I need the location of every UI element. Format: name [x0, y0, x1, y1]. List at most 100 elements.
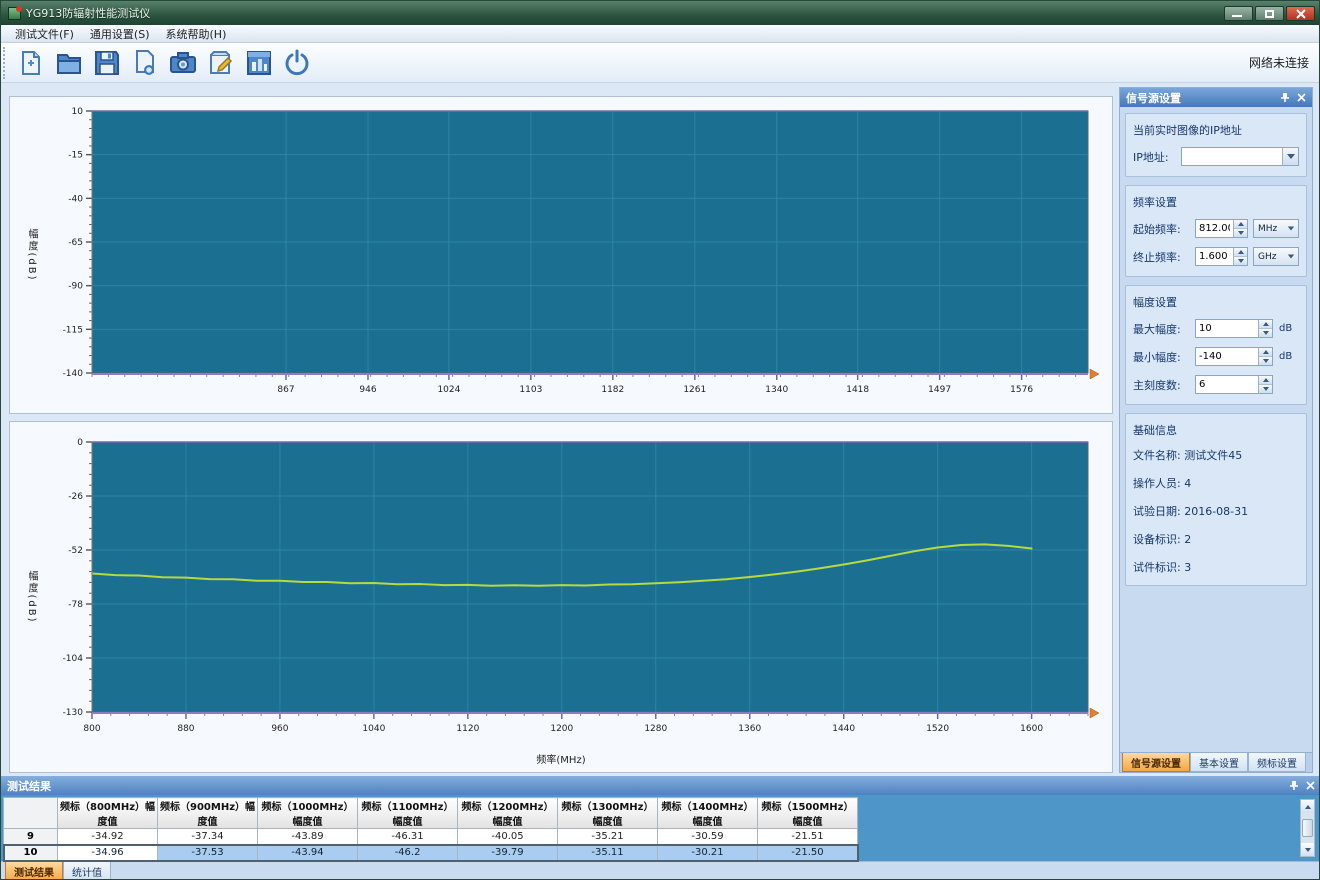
min-amplitude-input[interactable] — [1196, 348, 1258, 365]
bottom-chart-plot: 8008809601040112012001280136014401520160… — [10, 422, 1112, 772]
value-cell[interactable]: -40.05 — [458, 829, 558, 845]
spinner-down-icon — [1238, 231, 1244, 235]
panel-close-button[interactable] — [1295, 91, 1308, 104]
menu-system-help[interactable]: 系统帮助(H) — [158, 25, 235, 43]
scrollbar-thumb[interactable] — [1302, 819, 1313, 837]
start-frequency-up-button[interactable] — [1234, 220, 1247, 228]
start-frequency-stepper — [1195, 219, 1248, 238]
pin-button[interactable] — [1278, 91, 1291, 104]
svg-text:867: 867 — [277, 385, 294, 395]
major-ticks-down-button[interactable] — [1259, 384, 1272, 393]
scroll-up-button[interactable] — [1301, 800, 1314, 813]
results-table[interactable]: 频标（800MHz）幅度值频标（900MHz）幅度值频标（1000MHz）幅度值… — [3, 797, 858, 861]
save-button[interactable] — [88, 45, 126, 81]
frequency-group-label: 频率设置 — [1133, 194, 1299, 210]
new-file-button[interactable] — [12, 45, 50, 81]
value-cell[interactable]: -35.21 — [558, 829, 658, 845]
pin-button[interactable] — [1287, 779, 1300, 792]
report-button[interactable] — [240, 45, 278, 81]
max-amplitude-input[interactable] — [1196, 320, 1258, 337]
signal-source-panel: 信号源设置 当前实时图像的IP地址 IP地址: — [1119, 87, 1313, 773]
edit-button[interactable] — [202, 45, 240, 81]
value-cell[interactable]: -21.50 — [758, 845, 858, 861]
column-header[interactable]: 频标（1200MHz）幅度值 — [458, 798, 558, 829]
corner-header-cell[interactable] — [4, 798, 58, 829]
column-header[interactable]: 频标（900MHz）幅度值 — [158, 798, 258, 829]
open-file-button[interactable] — [50, 45, 88, 81]
min-amplitude-down-button[interactable] — [1259, 356, 1272, 365]
column-header[interactable]: 频标（1000MHz）幅度值 — [258, 798, 358, 829]
stop-frequency-input[interactable] — [1196, 248, 1233, 265]
svg-text:1520: 1520 — [926, 724, 949, 734]
value-cell[interactable]: -37.34 — [158, 829, 258, 845]
menu-test-file[interactable]: 测试文件(F) — [7, 25, 82, 43]
tab-statistics[interactable]: 统计值 — [63, 862, 111, 880]
spinner-down-icon — [1263, 359, 1269, 363]
column-header[interactable]: 频标（800MHz）幅度值 — [58, 798, 158, 829]
major-ticks-input[interactable] — [1196, 376, 1258, 393]
value-cell[interactable]: -34.96 — [58, 845, 158, 861]
start-frequency-input[interactable] — [1196, 220, 1233, 237]
maximize-button[interactable] — [1255, 6, 1284, 21]
value-cell[interactable]: -37.53 — [158, 845, 258, 861]
device-id-info: 设备标识: 2 — [1133, 531, 1299, 547]
stop-frequency-down-button[interactable] — [1234, 256, 1247, 265]
svg-text:-140: -140 — [63, 369, 84, 379]
close-button[interactable] — [1286, 6, 1315, 21]
tab-marker-settings[interactable]: 频标设置 — [1248, 753, 1306, 772]
bottom-chart-ylabel: 幅度(dB) — [24, 570, 39, 623]
tab-signal-source-settings[interactable]: 信号源设置 — [1122, 753, 1190, 772]
minimize-button[interactable] — [1224, 6, 1253, 21]
value-cell[interactable]: -46.31 — [358, 829, 458, 845]
column-header[interactable]: 频标（1500MHz）幅度值 — [758, 798, 858, 829]
column-header[interactable]: 频标（1100MHz）幅度值 — [358, 798, 458, 829]
tab-test-results[interactable]: 测试结果 — [5, 862, 63, 880]
value-cell[interactable]: -43.94 — [258, 845, 358, 861]
value-cell[interactable]: -34.92 — [58, 829, 158, 845]
value-cell[interactable]: -35.11 — [558, 845, 658, 861]
value-cell[interactable]: -46.2 — [358, 845, 458, 861]
major-ticks-up-button[interactable] — [1259, 376, 1272, 384]
results-scrollbar[interactable] — [1300, 799, 1315, 857]
start-frequency-down-button[interactable] — [1234, 228, 1247, 237]
screenshot-button[interactable] — [164, 45, 202, 81]
ip-dropdown-button[interactable] — [1282, 148, 1298, 165]
tab-basic-settings[interactable]: 基本设置 — [1190, 753, 1248, 772]
max-amplitude-down-button[interactable] — [1259, 328, 1272, 337]
ip-address-select[interactable] — [1181, 147, 1299, 166]
value-cell[interactable]: -39.79 — [458, 845, 558, 861]
scroll-down-button[interactable] — [1301, 843, 1314, 856]
svg-text:1576: 1576 — [1010, 385, 1033, 395]
row-header[interactable]: 9 — [4, 829, 58, 845]
min-amplitude-label: 最小幅度: — [1133, 349, 1195, 365]
export-button[interactable] — [126, 45, 164, 81]
results-dock-title: 测试结果 — [7, 778, 51, 794]
toolbar: 网络未连接 — [1, 43, 1319, 83]
value-cell[interactable]: -21.51 — [758, 829, 858, 845]
svg-text:-26: -26 — [68, 492, 83, 502]
max-amplitude-up-button[interactable] — [1259, 320, 1272, 328]
min-amplitude-up-button[interactable] — [1259, 348, 1272, 356]
column-header[interactable]: 频标（1400MHz）幅度值 — [658, 798, 758, 829]
chart-panel-top: 幅度(dB) 867946102411031182126113401418149… — [9, 96, 1113, 414]
spinner-up-icon — [1238, 222, 1244, 226]
specimen-id-info: 试件标识: 3 — [1133, 559, 1299, 575]
value-cell[interactable]: -30.59 — [658, 829, 758, 845]
svg-text:1120: 1120 — [456, 724, 479, 734]
value-cell[interactable]: -30.21 — [658, 845, 758, 861]
column-header[interactable]: 频标（1300MHz）幅度值 — [558, 798, 658, 829]
title-bar: YG913防辐射性能测试仪 — [1, 1, 1319, 25]
table-row[interactable]: 10-34.96-37.53-43.94-46.2-39.79-35.11-30… — [4, 845, 858, 861]
svg-text:880: 880 — [177, 724, 194, 734]
svg-text:1440: 1440 — [832, 724, 855, 734]
start-frequency-unit-select[interactable]: MHz — [1253, 219, 1299, 238]
dock-close-button[interactable] — [1304, 779, 1317, 792]
menu-general-settings[interactable]: 通用设置(S) — [82, 25, 158, 43]
row-header[interactable]: 10 — [4, 845, 58, 861]
table-row[interactable]: 9-34.92-37.34-43.89-46.31-40.05-35.21-30… — [4, 829, 858, 845]
stop-frequency-up-button[interactable] — [1234, 248, 1247, 256]
value-cell[interactable]: -43.89 — [258, 829, 358, 845]
toolbar-grip[interactable] — [3, 47, 8, 79]
power-button[interactable] — [278, 45, 316, 81]
stop-frequency-unit-select[interactable]: GHz — [1253, 247, 1299, 266]
